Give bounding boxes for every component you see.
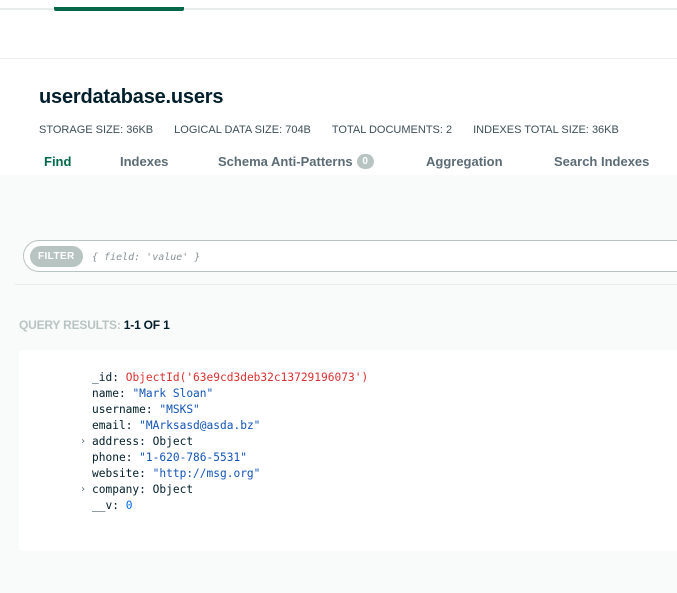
collection-tabs: Find Indexes Schema Anti-Patterns 0 Aggr… xyxy=(0,154,677,174)
field-key: name xyxy=(92,387,119,400)
tab-label: Schema Anti-Patterns xyxy=(218,154,353,169)
collection-stats: STORAGE SIZE: 36KB LOGICAL DATA SIZE: 70… xyxy=(39,124,640,136)
stat-label: LOGICAL DATA SIZE: xyxy=(174,124,283,136)
stat-value: 2 xyxy=(446,124,453,136)
results-divider xyxy=(15,284,677,285)
key-separator: : xyxy=(139,483,153,496)
field-value: Object xyxy=(152,483,194,496)
query-results-summary: QUERY RESULTS: 1-1 OF 1 xyxy=(19,318,170,332)
filter-input[interactable] xyxy=(92,247,612,267)
stat-label: TOTAL DOCUMENTS: xyxy=(331,124,443,136)
collection-namespace-title: userdatabase.users xyxy=(39,86,224,108)
document-field-id: _id: ObjectId('63e9cd3deb32c13729196073'… xyxy=(19,370,677,386)
field-key: address xyxy=(92,435,140,448)
field-value: ObjectId('63e9cd3deb32c13729196073') xyxy=(125,371,369,384)
stat-value: 36KB xyxy=(591,124,619,136)
document-field-email: email: "MArksasd@asda.bz" xyxy=(19,418,677,434)
key-separator: : xyxy=(125,451,140,464)
stat-storage-size: STORAGE SIZE: 36KB xyxy=(39,124,153,136)
chevron-right-icon[interactable]: › xyxy=(80,482,90,498)
tab-find[interactable]: Find xyxy=(44,154,71,169)
field-value: 0 xyxy=(125,499,133,512)
query-results-count: 1-1 OF 1 xyxy=(123,318,170,332)
key-separator: : xyxy=(139,435,153,448)
key-separator: : xyxy=(118,387,133,400)
active-tab-indicator xyxy=(54,7,184,11)
document-field-phone: phone: "1-620-786-5531" xyxy=(19,450,677,466)
field-key: email xyxy=(92,419,126,432)
top-bar xyxy=(0,0,677,59)
key-separator: : xyxy=(112,499,126,512)
field-value: "http://msg.org" xyxy=(152,467,261,480)
tab-indexes[interactable]: Indexes xyxy=(120,154,168,169)
chevron-right-icon[interactable]: › xyxy=(80,434,90,450)
stat-value: 36KB xyxy=(126,124,154,136)
stat-value: 704B xyxy=(285,124,311,136)
document-fields: _id: ObjectId('63e9cd3deb32c13729196073'… xyxy=(19,370,677,514)
key-separator: : xyxy=(139,467,153,480)
stat-label: INDEXES TOTAL SIZE: xyxy=(473,124,589,136)
document-field-company: › company: Object xyxy=(19,482,677,498)
field-value: "MArksasd@asda.bz" xyxy=(139,419,261,432)
document-field-username: username: "MSKS" xyxy=(19,402,677,418)
field-value: "1-620-786-5531" xyxy=(139,451,247,464)
anti-pattern-count-badge: 0 xyxy=(356,154,374,169)
key-separator: : xyxy=(125,419,140,432)
key-separator: : xyxy=(112,371,126,384)
field-value: Object xyxy=(152,435,194,448)
document-card[interactable]: _id: ObjectId('63e9cd3deb32c13729196073'… xyxy=(19,350,677,551)
field-key: username xyxy=(92,403,146,416)
stat-total-documents: TOTAL DOCUMENTS: 2 xyxy=(332,124,452,136)
document-field-version: __v: 0 xyxy=(19,498,677,514)
tab-aggregation[interactable]: Aggregation xyxy=(426,154,503,169)
document-field-name: name: "Mark Sloan" xyxy=(19,386,677,402)
stat-label: STORAGE SIZE: xyxy=(39,124,124,136)
collection-header: userdatabase.users STORAGE SIZE: 36KB LO… xyxy=(0,59,677,175)
field-value: "Mark Sloan" xyxy=(132,387,214,400)
field-value: "MSKS" xyxy=(159,403,200,416)
field-key: phone xyxy=(92,451,126,464)
document-field-website: website: "http://msg.org" xyxy=(19,466,677,482)
field-key: _id xyxy=(92,371,113,384)
tab-schema-anti-patterns[interactable]: Schema Anti-Patterns 0 xyxy=(218,154,374,169)
stat-logical-data-size: LOGICAL DATA SIZE: 704B xyxy=(174,124,311,136)
key-separator: : xyxy=(145,403,160,416)
tab-search-indexes[interactable]: Search Indexes xyxy=(554,154,649,169)
document-field-address: › address: Object xyxy=(19,434,677,450)
filter-bar: FILTER xyxy=(23,240,677,272)
field-key: company xyxy=(92,483,140,496)
filter-label: FILTER xyxy=(30,246,83,267)
field-key: website xyxy=(92,467,140,480)
stat-indexes-total-size: INDEXES TOTAL SIZE: 36KB xyxy=(473,124,619,136)
field-key: __v xyxy=(92,499,113,512)
query-results-label: QUERY RESULTS: xyxy=(19,318,121,332)
